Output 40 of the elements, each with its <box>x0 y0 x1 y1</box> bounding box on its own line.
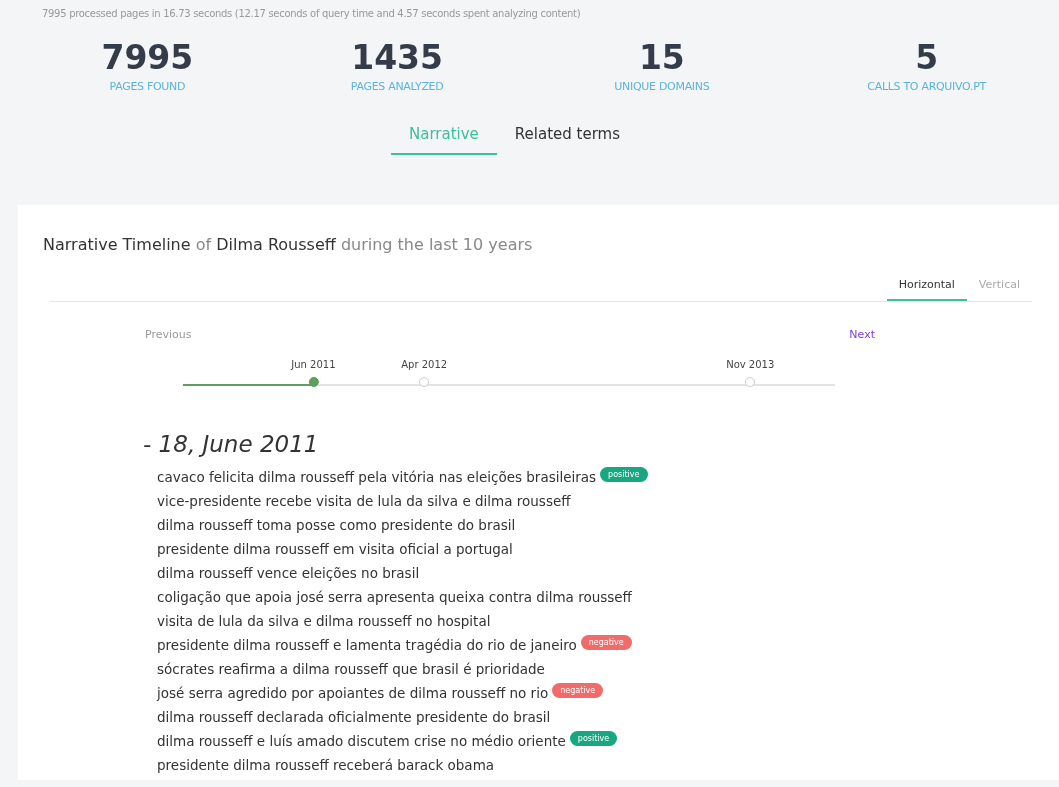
timeline-point[interactable] <box>308 377 319 387</box>
tab[interactable]: Related terms <box>496 119 638 155</box>
view-tab[interactable]: Horizontal <box>886 274 967 301</box>
sentiment-badge: positive <box>569 730 618 746</box>
headline-link[interactable]: cavaco felicita dilma rousseff pela vitória nas eleições brasileiras <box>157 469 597 485</box>
heading-part: of <box>195 235 212 254</box>
stat-label: PAGES FOUND <box>109 80 186 93</box>
heading-part: Narrative Timeline <box>43 235 191 254</box>
headline-link[interactable]: dilma rousseff e luís amado discutem crise no médio oriente <box>157 733 566 749</box>
date-heading: - 18, June 2011 <box>143 431 320 457</box>
stat-value: 15 <box>638 41 685 74</box>
timeline-date[interactable]: Nov 2013 <box>726 359 775 370</box>
stat-value: 5 <box>915 41 939 74</box>
headline-link[interactable]: vice-presidente recebe visita de lula da silva e dilma rousseff <box>157 493 571 509</box>
headline-link[interactable]: coligação que apoia josé serra apresenta queixa contra dilma rousseff <box>157 589 632 605</box>
timeline-point[interactable] <box>745 377 756 387</box>
headline-link[interactable]: josé serra agredido por apoiantes de dilma rousseff no rio <box>157 685 549 701</box>
stat-label: CALLS TO ARQUIVO.PT <box>867 80 986 93</box>
summary-text: 7995 processed pages in 16.73 seconds (12.17 seconds of query time and 4.57 seconds spent analyzing content) <box>42 8 582 19</box>
sentiment-badge: positive <box>600 466 648 482</box>
sentiment-badge: negative <box>580 634 632 650</box>
stat-label: PAGES ANALYZED <box>350 80 444 93</box>
headline-link[interactable]: dilma rousseff vence eleições no brasil <box>157 565 420 581</box>
headline-link[interactable]: dilma rousseff declarada oficialmente presidente do brasil <box>157 709 551 725</box>
headline-link[interactable]: visita de lula da silva e dilma rousseff no hospital <box>157 613 491 629</box>
headline-link[interactable]: presidente dilma rousseff receberá barack obama <box>157 757 495 773</box>
headline-link[interactable]: sócrates reafirma a dilma rousseff que brasil é prioridade <box>157 661 545 677</box>
timeline-date[interactable]: Apr 2012 <box>401 359 448 370</box>
headline-link[interactable]: dilma rousseff toma posse como presidente do brasil <box>157 517 516 533</box>
sentiment-badge: negative <box>552 682 604 698</box>
heading-part: Dilma Rousseff <box>216 235 336 254</box>
timeline-point[interactable] <box>419 377 430 387</box>
stat-value: 7995 <box>101 41 194 74</box>
stat-value: 1435 <box>351 41 444 74</box>
heading-part: during the last 10 years <box>340 235 533 254</box>
headline-link[interactable]: presidente dilma rousseff em visita oficial a portugal <box>157 541 513 557</box>
next-link[interactable]: Next <box>849 328 875 341</box>
headline-link[interactable]: presidente dilma rousseff e lamenta tragédia do rio de janeiro <box>157 637 577 653</box>
stat-label: UNIQUE DOMAINS <box>614 80 710 93</box>
timeline-date[interactable]: Jun 2011 <box>291 359 336 370</box>
